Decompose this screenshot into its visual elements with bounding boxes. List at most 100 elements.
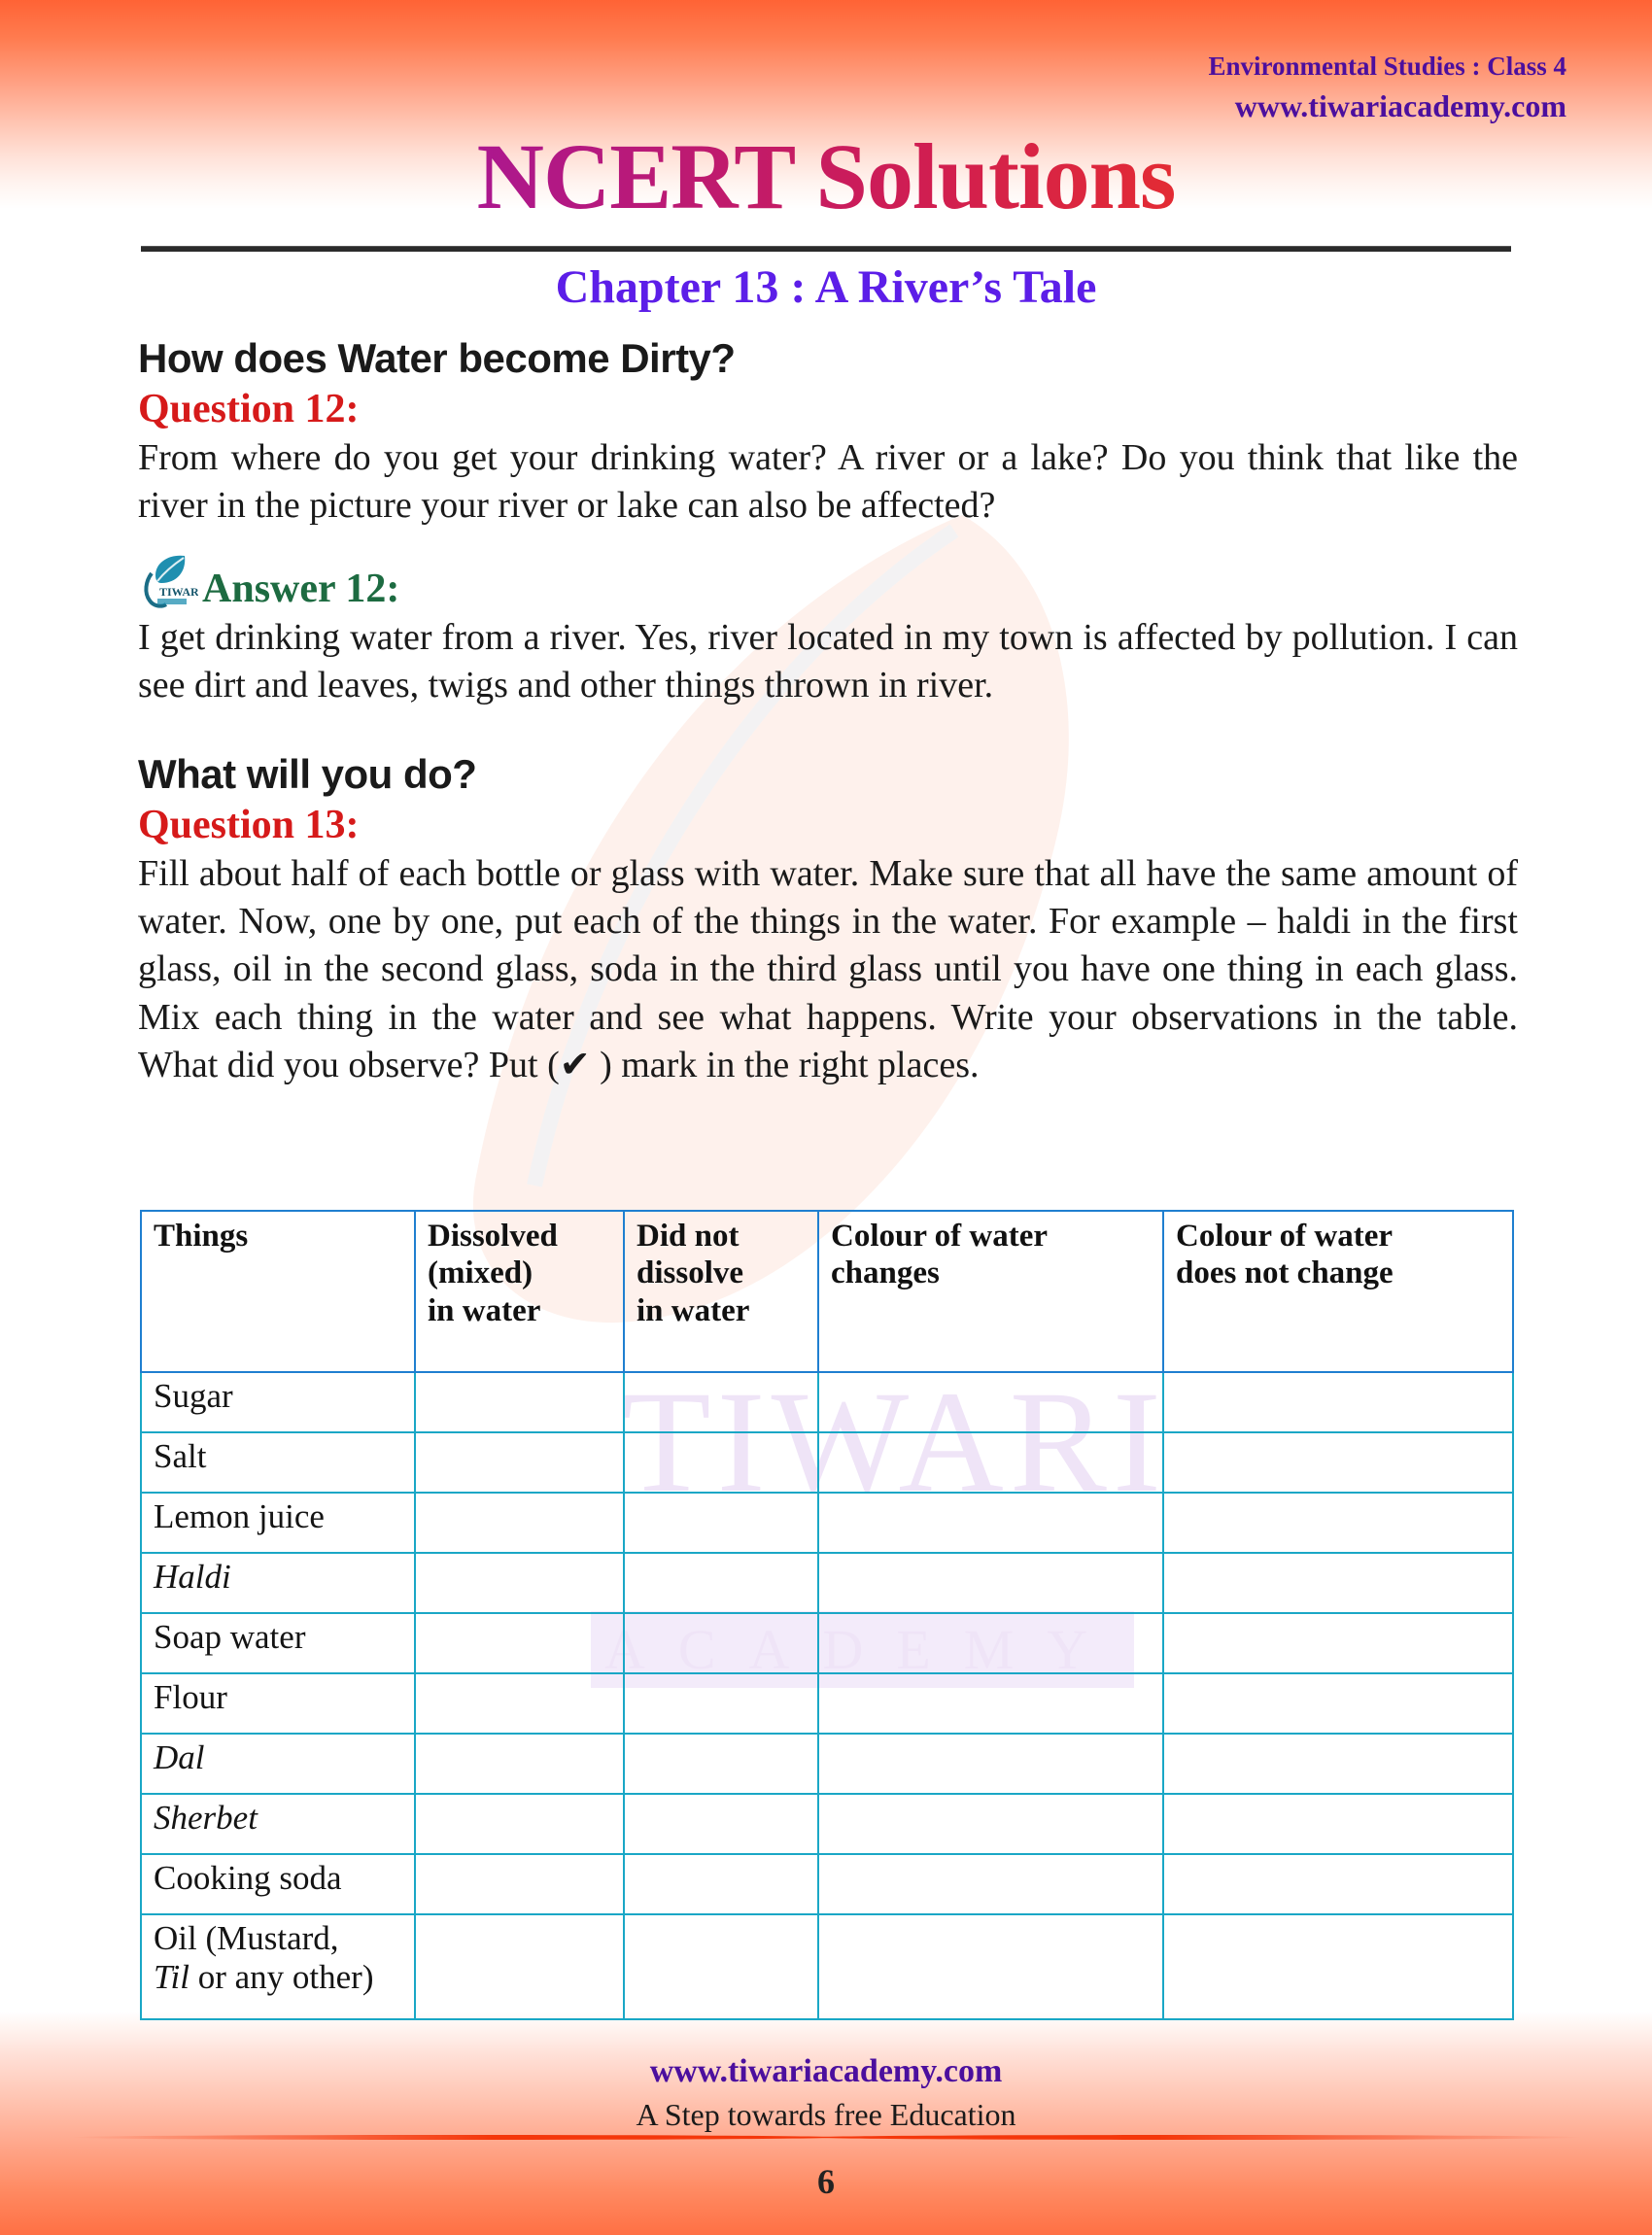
column-header-not-dissolved-line2: dissolve (637, 1255, 744, 1291)
cell-thing: Cooking soda (140, 1853, 416, 1915)
cell-colour-no-change[interactable] (1162, 1793, 1514, 1855)
footer-website[interactable]: www.tiwariacademy.com (0, 2053, 1652, 2090)
cell-colour-changes[interactable] (817, 1733, 1164, 1795)
cell-colour-changes[interactable] (817, 1431, 1164, 1494)
column-header-dissolved-line2: (mixed) (428, 1255, 533, 1291)
column-header-colour-changes: Colour of water changes (817, 1210, 1164, 1373)
cell-colour-no-change[interactable] (1162, 1552, 1514, 1614)
cell-thing: Haldi (140, 1552, 416, 1614)
table-header-row: Things Dissolved (mixed) in water Did no… (140, 1210, 1514, 1373)
section-heading-1: How does Water become Dirty? (138, 335, 736, 381)
title-divider (141, 246, 1511, 252)
question-text-13: Fill about half of each bottle or glass … (138, 852, 1518, 1086)
chapter-title: Chapter 13 : A River’s Tale (555, 261, 1097, 313)
cell-colour-changes[interactable] (817, 1552, 1164, 1614)
column-header-things-line1: Things (154, 1219, 249, 1254)
document-page: TIWARI ACADEMY Environmental Studies : C… (0, 0, 1652, 2235)
page-number: 6 (817, 2162, 835, 2201)
question-text-12: From where do you get your drinking wate… (138, 437, 1518, 527)
table-row: Haldi (140, 1552, 1514, 1614)
header-subject: Environmental Studies : Class 4 (1208, 52, 1566, 81)
table-row: Flour (140, 1672, 1514, 1735)
cell-colour-changes[interactable] (817, 1371, 1164, 1433)
table-row: Salt (140, 1431, 1514, 1494)
cell-colour-changes[interactable] (817, 1793, 1164, 1855)
footer-divider (0, 2132, 1652, 2142)
table-row: Cooking soda (140, 1853, 1514, 1915)
tiwari-leaf-icon: TIWARI (144, 555, 198, 608)
cell-thing-oil-rest: or any other) (189, 1957, 374, 1996)
table-row: Soap water (140, 1612, 1514, 1674)
cell-not-dissolved[interactable] (623, 1371, 819, 1433)
column-header-dissolved-line1: Dissolved (428, 1219, 558, 1254)
cell-not-dissolved[interactable] (623, 1612, 819, 1674)
column-header-dissolved-line3: in water (428, 1292, 541, 1328)
page-header: Environmental Studies : Class 4 www.tiwa… (1208, 52, 1566, 123)
column-header-colour-no-change-line1: Colour of water (1176, 1219, 1394, 1254)
cell-colour-changes[interactable] (817, 1913, 1164, 2020)
column-header-colour-changes-line1: Colour of water (831, 1219, 1049, 1254)
footer-divider-right (814, 2135, 1582, 2140)
cell-dissolved[interactable] (414, 1733, 625, 1795)
cell-colour-changes[interactable] (817, 1672, 1164, 1735)
cell-dissolved[interactable] (414, 1793, 625, 1855)
cell-not-dissolved[interactable] (623, 1672, 819, 1735)
table-row: Sugar (140, 1371, 1514, 1433)
cell-thing: Sugar (140, 1371, 416, 1433)
table-row: Oil (Mustard, Til or any other) (140, 1913, 1514, 2020)
cell-colour-changes[interactable] (817, 1612, 1164, 1674)
cell-colour-no-change[interactable] (1162, 1371, 1514, 1433)
column-header-colour-changes-line2: changes (831, 1255, 940, 1291)
footer-tagline: A Step towards free Education (636, 2097, 1016, 2132)
cell-thing-oil-til: Til (154, 1957, 189, 1996)
cell-colour-no-change[interactable] (1162, 1612, 1514, 1674)
column-header-colour-no-change: Colour of water does not change (1162, 1210, 1514, 1373)
column-header-things: Things (140, 1210, 416, 1373)
cell-not-dissolved[interactable] (623, 1853, 819, 1915)
column-header-dissolved: Dissolved (mixed) in water (414, 1210, 625, 1373)
table-row: Dal (140, 1733, 1514, 1795)
cell-thing: Lemon juice (140, 1492, 416, 1554)
cell-colour-changes[interactable] (817, 1492, 1164, 1554)
answer-text-12: I get drinking water from a river. Yes, … (138, 616, 1518, 706)
cell-dissolved[interactable] (414, 1612, 625, 1674)
cell-colour-no-change[interactable] (1162, 1913, 1514, 2020)
cell-thing: Soap water (140, 1612, 416, 1674)
table-row: Sherbet (140, 1793, 1514, 1855)
cell-not-dissolved[interactable] (623, 1431, 819, 1494)
cell-colour-no-change[interactable] (1162, 1853, 1514, 1915)
cell-not-dissolved[interactable] (623, 1492, 819, 1554)
cell-dissolved[interactable] (414, 1552, 625, 1614)
footer-divider-left (70, 2135, 838, 2140)
page-title: NCERT Solutions (0, 122, 1652, 230)
question-label-12: Question 12: (138, 387, 360, 431)
cell-thing-oil: Oil (Mustard, Til or any other) (140, 1913, 416, 2020)
cell-thing: Dal (140, 1733, 416, 1795)
cell-dissolved[interactable] (414, 1672, 625, 1735)
cell-colour-no-change[interactable] (1162, 1492, 1514, 1554)
cell-not-dissolved[interactable] (623, 1793, 819, 1855)
table-body: Sugar Salt Lemon juice Haldi Soap water … (140, 1371, 1514, 2020)
column-header-colour-no-change-line2: does not change (1176, 1255, 1394, 1291)
cell-dissolved[interactable] (414, 1913, 625, 2020)
column-header-not-dissolved-line1: Did not (637, 1219, 740, 1254)
cell-colour-no-change[interactable] (1162, 1431, 1514, 1494)
answer-heading-row-12: TIWARI Answer 12: (138, 552, 1518, 612)
answer-label-12: Answer 12: (202, 566, 400, 611)
question-label-13: Question 13: (138, 802, 360, 847)
cell-dissolved[interactable] (414, 1431, 625, 1494)
table-row: Lemon juice (140, 1492, 1514, 1554)
cell-thing: Salt (140, 1431, 416, 1494)
cell-colour-no-change[interactable] (1162, 1733, 1514, 1795)
cell-thing: Flour (140, 1672, 416, 1735)
cell-not-dissolved[interactable] (623, 1913, 819, 2020)
cell-dissolved[interactable] (414, 1492, 625, 1554)
cell-colour-changes[interactable] (817, 1853, 1164, 1915)
cell-not-dissolved[interactable] (623, 1552, 819, 1614)
cell-colour-no-change[interactable] (1162, 1672, 1514, 1735)
cell-dissolved[interactable] (414, 1371, 625, 1433)
cell-not-dissolved[interactable] (623, 1733, 819, 1795)
body-column: How does Water become Dirty? Question 12… (138, 335, 1518, 1096)
cell-dissolved[interactable] (414, 1853, 625, 1915)
header-website[interactable]: www.tiwariacademy.com (1208, 89, 1566, 123)
